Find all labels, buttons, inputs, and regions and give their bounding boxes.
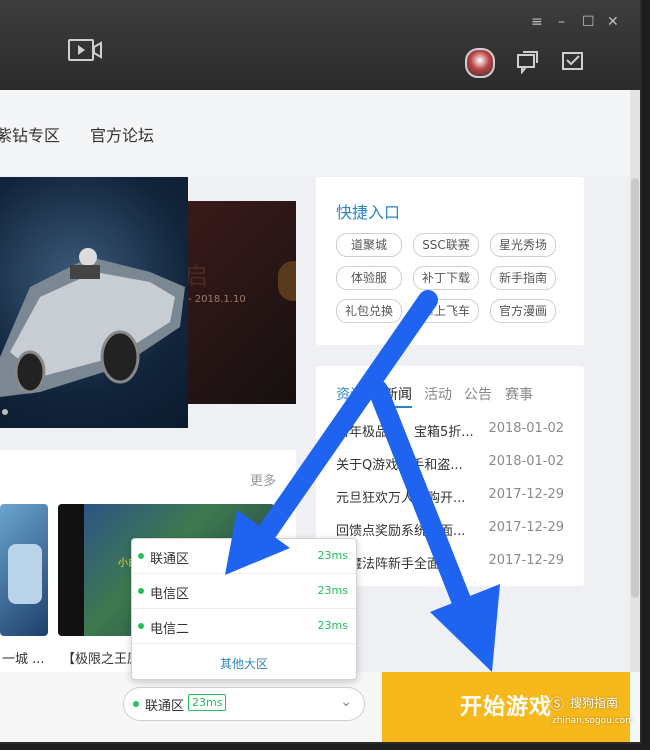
nav-item-purple-diamond[interactable]: 紫钻专区 <box>0 122 60 146</box>
status-dot-icon <box>138 553 144 559</box>
title-bar: ≡ – ☐ ✕ <box>0 0 640 90</box>
quick-entry-title: 快捷入口 <box>336 203 401 222</box>
tag-ssc[interactable]: SSC联赛 <box>413 233 479 257</box>
menu-icon[interactable]: ≡ <box>531 14 543 30</box>
tab-news[interactable]: 新闻 <box>384 384 412 408</box>
scrollbar[interactable] <box>630 90 640 672</box>
news-date: 2018-01-02 <box>488 454 564 469</box>
tag-official-comic[interactable]: 官方漫画 <box>490 299 556 323</box>
video-icon[interactable] <box>68 38 102 62</box>
server-ping: 23ms <box>317 584 348 597</box>
server-ping: 23ms <box>317 619 348 632</box>
news-date: 2018-01-02 <box>488 421 564 436</box>
server-option[interactable]: 电信区 23ms <box>132 574 356 609</box>
server-option[interactable]: 电信二 23ms <box>132 609 356 644</box>
server-select-ping: 23ms <box>188 694 227 711</box>
tab-matches[interactable]: 赛事 <box>505 384 533 404</box>
thumb-letterbox <box>58 504 84 636</box>
quick-entry-card: 快捷入口 道聚城 SSC联赛 星光秀场 体验服 补丁下载 新手指南 礼包兑换 掌… <box>316 177 584 345</box>
thumb-decoration <box>8 544 42 604</box>
banner-gear-decoration <box>278 261 296 301</box>
chevron-down-icon[interactable]: ⌄ <box>340 694 352 710</box>
server-name: 联通区 <box>150 552 190 567</box>
carousel-dot[interactable] <box>2 409 8 415</box>
server-select-name: 联通区 <box>145 699 185 714</box>
tag-newbie-guide[interactable]: 新手指南 <box>490 266 556 290</box>
server-name: 电信区 <box>150 587 190 602</box>
video-caption[interactable]: 一城 ... <box>2 648 45 667</box>
main-banner[interactable] <box>0 177 188 428</box>
tag-daojucheng[interactable]: 道聚城 <box>336 233 402 257</box>
banner-date: - 2018.1.10 <box>188 294 246 305</box>
tab-info[interactable]: 资讯 <box>336 384 364 404</box>
status-dot-icon <box>133 701 139 707</box>
news-date: 2017-12-29 <box>488 520 564 535</box>
more-link[interactable]: 更多 <box>250 470 276 489</box>
sogou-logo-icon: Ⓢ <box>550 697 564 713</box>
server-option[interactable]: 联通区 23ms <box>132 539 356 574</box>
video-thumbnail[interactable] <box>0 504 48 636</box>
chat-icon[interactable] <box>515 50 539 74</box>
tag-mobile-game[interactable]: 掌上飞车 <box>413 299 479 323</box>
tab-notice[interactable]: 公告 <box>464 384 492 404</box>
app-window: ≡ – ☐ ✕ 紫钻专区 官方论坛 - 2018.1.10 快捷入口 道聚城 S… <box>0 0 642 744</box>
video-caption[interactable]: 【极限之王原 <box>62 648 140 667</box>
status-dot-icon <box>138 623 144 629</box>
secondary-banner[interactable]: - 2018.1.10 启 <box>188 201 296 404</box>
status-dot-icon <box>138 588 144 594</box>
server-ping: 23ms <box>317 549 348 562</box>
banner-glyph: 启 <box>188 256 208 291</box>
tab-events[interactable]: 活动 <box>424 384 452 404</box>
avatar[interactable] <box>465 48 495 78</box>
maximize-icon[interactable]: ☐ <box>582 14 595 30</box>
race-car-image <box>0 248 185 397</box>
server-name: 电信二 <box>150 622 190 637</box>
top-nav: 紫钻专区 官方论坛 <box>0 90 630 176</box>
watermark-url: zhinan.sogou.com <box>552 716 634 726</box>
tag-star-show[interactable]: 星光秀场 <box>490 233 556 257</box>
news-date: 2017-12-29 <box>488 553 564 568</box>
news-date: 2017-12-29 <box>488 487 564 502</box>
watermark-brand: 搜狗指南 <box>570 696 619 710</box>
mail-icon[interactable] <box>561 50 585 72</box>
tag-gift-redeem[interactable]: 礼包兑换 <box>336 299 402 323</box>
close-icon[interactable]: ✕ <box>607 14 619 30</box>
other-regions-link[interactable]: 其他大区 <box>132 655 356 672</box>
server-select[interactable]: 联通区 23ms ⌄ <box>123 687 365 721</box>
server-dropdown: 联通区 23ms 电信区 23ms 电信二 23ms 其他大区 <box>131 538 357 680</box>
minimize-icon[interactable]: – <box>558 14 565 30</box>
nav-item-forum[interactable]: 官方论坛 <box>90 122 154 146</box>
start-game-label: 开始游戏 <box>460 695 553 720</box>
tag-patch-download[interactable]: 补丁下载 <box>413 266 479 290</box>
tag-test-server[interactable]: 体验服 <box>336 266 402 290</box>
scrollbar-thumb[interactable] <box>631 178 639 598</box>
